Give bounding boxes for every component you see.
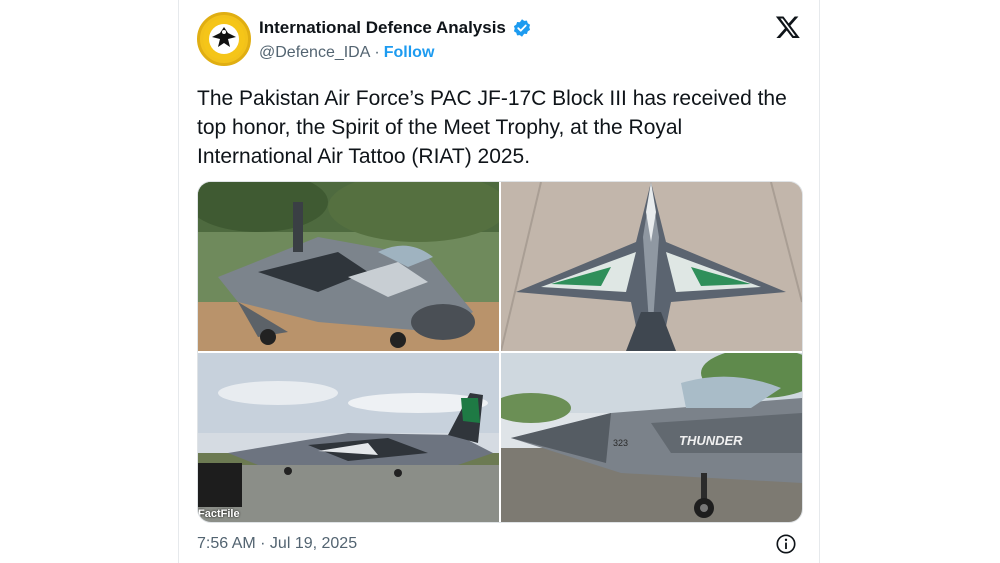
author-name-row: International Defence Analysis — [259, 18, 532, 38]
factfile-watermark: FactFile — [198, 463, 248, 520]
eagle-logo-icon — [203, 18, 245, 60]
separator-dot: · — [374, 44, 380, 61]
tweet-card: International Defence Analysis @Defence_… — [178, 0, 820, 563]
watermark-text: FactFile — [198, 508, 240, 520]
jet-closeup-photo[interactable] — [198, 182, 499, 351]
jet-nose-photo[interactable]: THUNDER 323 — [501, 353, 802, 522]
author-handle[interactable]: @Defence_IDA — [259, 44, 370, 62]
jet-serial-text: 323 — [613, 438, 628, 448]
follow-button[interactable]: Follow — [384, 44, 435, 62]
jet-nose-text: THUNDER — [679, 433, 743, 448]
tweet-text: The Pakistan Air Force’s PAC JF-17C Bloc… — [197, 87, 793, 168]
x-logo-icon[interactable] — [775, 14, 801, 40]
jet-side-runway-photo[interactable]: FactFile — [198, 353, 499, 522]
author-handle-row: @Defence_IDA · Follow — [259, 44, 434, 62]
info-icon[interactable] — [775, 533, 797, 555]
tweet-timestamp[interactable]: 7:56 AM · Jul 19, 2025 — [197, 535, 357, 553]
jet-overhead-photo[interactable] — [501, 182, 802, 351]
author-avatar[interactable] — [197, 12, 251, 66]
verified-badge-icon — [513, 19, 530, 37]
factfile-logo-icon — [198, 463, 242, 507]
author-name[interactable]: International Defence Analysis — [259, 18, 506, 38]
media-grid[interactable]: FactFile THUNDER 323 — [197, 181, 803, 523]
